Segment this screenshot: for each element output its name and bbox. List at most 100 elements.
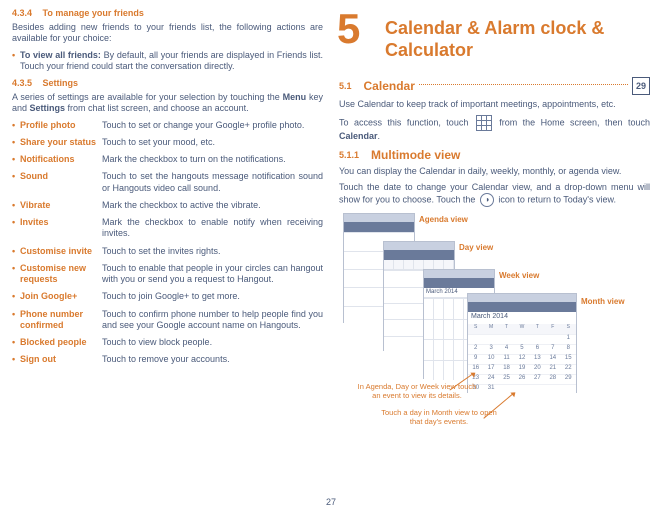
setting-description: Touch to remove your accounts. [102, 354, 323, 365]
setting-label: Invites [20, 217, 49, 240]
settings-row: •Invites Mark the checkbox to enable noti… [12, 217, 323, 240]
setting-description: Touch to enable that people in your circ… [102, 263, 323, 286]
section-title: Multimode view [371, 148, 460, 162]
bullet-dot-icon: • [12, 120, 20, 131]
text-part: icon to return to Today's view. [496, 195, 616, 205]
agenda-view-label: Agenda view [419, 215, 468, 224]
section-num: 5.1 [339, 81, 352, 91]
setting-description: Touch to confirm phone number to help pe… [102, 309, 323, 332]
settings-row: •Phone number confirmedTouch to confirm … [12, 309, 323, 332]
section-heading-434: 4.3.4 To manage your friends [12, 8, 323, 18]
month-view-phone: March 2014 SMTWTFS 1 2345678 91011121314… [467, 293, 577, 393]
day-header-cell: T [530, 324, 545, 334]
setting-description: Touch to join Google+ to get more. [102, 291, 323, 302]
setting-label: Customise invite [20, 246, 92, 257]
day-header-cell: S [468, 324, 483, 334]
settings-list: •Profile photoTouch to set or change you… [12, 120, 323, 366]
day-view-label: Day view [459, 243, 493, 252]
section-heading-435: 4.3.5 Settings [12, 78, 323, 88]
setting-description: Mark the checkbox to turn on the notific… [102, 154, 323, 165]
settings-row: •Sound Touch to set the hangouts message … [12, 171, 323, 194]
section-heading-51: 5.1 Calendar 29 [339, 77, 650, 95]
setting-label: Join Google+ [20, 291, 77, 302]
text-part: from the Home screen, then touch [494, 118, 650, 128]
settings-row: •Share your status Touch to set your mood… [12, 137, 323, 148]
setting-label: Blocked people [20, 337, 87, 348]
chapter-number: 5 [337, 8, 360, 50]
settings-row: •Sign outTouch to remove your accounts. [12, 354, 323, 365]
text-part: A series of settings are available for y… [12, 92, 283, 102]
day-header-cell: M [483, 324, 498, 334]
section-title: Settings [43, 78, 79, 88]
intro-435: A series of settings are available for y… [12, 92, 323, 115]
bullet-dot-icon: • [12, 171, 20, 194]
bullet-text: To view all friends: By default, all you… [20, 50, 323, 73]
setting-label: Phone number confirmed [20, 309, 102, 332]
section-num: 4.3.4 [12, 8, 32, 18]
section-title: To manage your friends [43, 8, 144, 18]
caption-day-events: Touch a day in Month view to open that d… [379, 409, 499, 426]
setting-description: Touch to set the invites rights. [102, 246, 323, 257]
setting-label: Sound [20, 171, 48, 194]
settings-row: •Vibrate Mark the checkbox to active the … [12, 200, 323, 211]
text-part: from chat list screen, and choose an acc… [65, 103, 249, 113]
settings-row: •Notifications Mark the checkbox to turn … [12, 154, 323, 165]
bullet-dot-icon: • [12, 246, 20, 257]
p51-access: To access this function, touch from the … [339, 115, 650, 142]
setting-description: Touch to set your mood, etc. [102, 137, 323, 148]
bullet-434: • To view all friends: By default, all y… [12, 50, 323, 73]
bullet-dot-icon: • [12, 263, 20, 286]
setting-label: Vibrate [20, 200, 50, 211]
settings-row: •Blocked people Touch to view block peopl… [12, 337, 323, 348]
section-num: 5.1.1 [339, 150, 359, 160]
text-part: To access this function, touch [339, 118, 474, 128]
app-grid-icon [476, 115, 492, 131]
p511-a: You can display the Calendar in daily, w… [339, 166, 650, 177]
caption-event-details: In Agenda, Day or Week view touch an eve… [357, 383, 477, 400]
bullet-dot-icon: • [12, 217, 20, 240]
setting-label: Notifications [20, 154, 75, 165]
bullet-dot-icon: • [12, 291, 20, 302]
section-heading-511: 5.1.1 Multimode view [339, 148, 650, 162]
bullet-dot-icon: • [12, 200, 20, 211]
bullet-dot-icon: • [12, 137, 20, 148]
day-header-cell: S [561, 324, 576, 334]
settings-row: •Customise invite Touch to set the invite… [12, 246, 323, 257]
settings-label: Settings [30, 103, 66, 113]
chapter-title: Calendar & Alarm clock & Calculator [385, 18, 650, 61]
day-header-cell: F [545, 324, 560, 334]
setting-description: Touch to view block people. [102, 337, 323, 348]
bullet-dot-icon: • [12, 337, 20, 348]
setting-description: Touch to set the hangouts message notifi… [102, 171, 323, 194]
week-view-label: Week view [499, 271, 539, 280]
menu-key-label: Menu [283, 92, 307, 102]
p511-b: Touch the date to change your Calendar v… [339, 182, 650, 207]
setting-label: Profile photo [20, 120, 76, 131]
calendar-app-label: Calendar [339, 131, 378, 141]
setting-description: Mark the checkbox to active the vibrate. [102, 200, 323, 211]
intro-434: Besides adding new friends to your frien… [12, 22, 323, 45]
section-title: Calendar [364, 79, 415, 93]
bullet-dot-icon: • [12, 50, 20, 73]
bullet-dot-icon: • [12, 354, 20, 365]
day-header-cell: T [499, 324, 514, 334]
month-view-label: Month view [581, 297, 625, 306]
bullet-dot-icon: • [12, 309, 20, 332]
day-header-cell: W [514, 324, 529, 334]
setting-description: Touch to set or change your Google+ prof… [102, 120, 323, 131]
p51-intro: Use Calendar to keep track of important … [339, 99, 650, 110]
bullet-dot-icon: • [12, 154, 20, 165]
setting-label: Share your status [20, 137, 96, 148]
month-header: March 2014 [468, 312, 576, 324]
settings-row: •Join Google+ Touch to join Google+ to ge… [12, 291, 323, 302]
section-num: 4.3.5 [12, 78, 32, 88]
text-part: . [378, 131, 381, 141]
bullet-label: To view all friends: [20, 50, 101, 60]
settings-row: •Profile photo Touch to set or change you… [12, 120, 323, 131]
calendar-icon: 29 [632, 77, 650, 95]
today-icon: ◑ [480, 193, 494, 207]
page-number: 27 [326, 497, 336, 507]
leader-dots [419, 84, 628, 85]
calendar-views-diagram: Agenda view Day view March 2014 Week vie… [339, 213, 650, 423]
setting-description: Mark the checkbox to enable notify when … [102, 217, 323, 240]
